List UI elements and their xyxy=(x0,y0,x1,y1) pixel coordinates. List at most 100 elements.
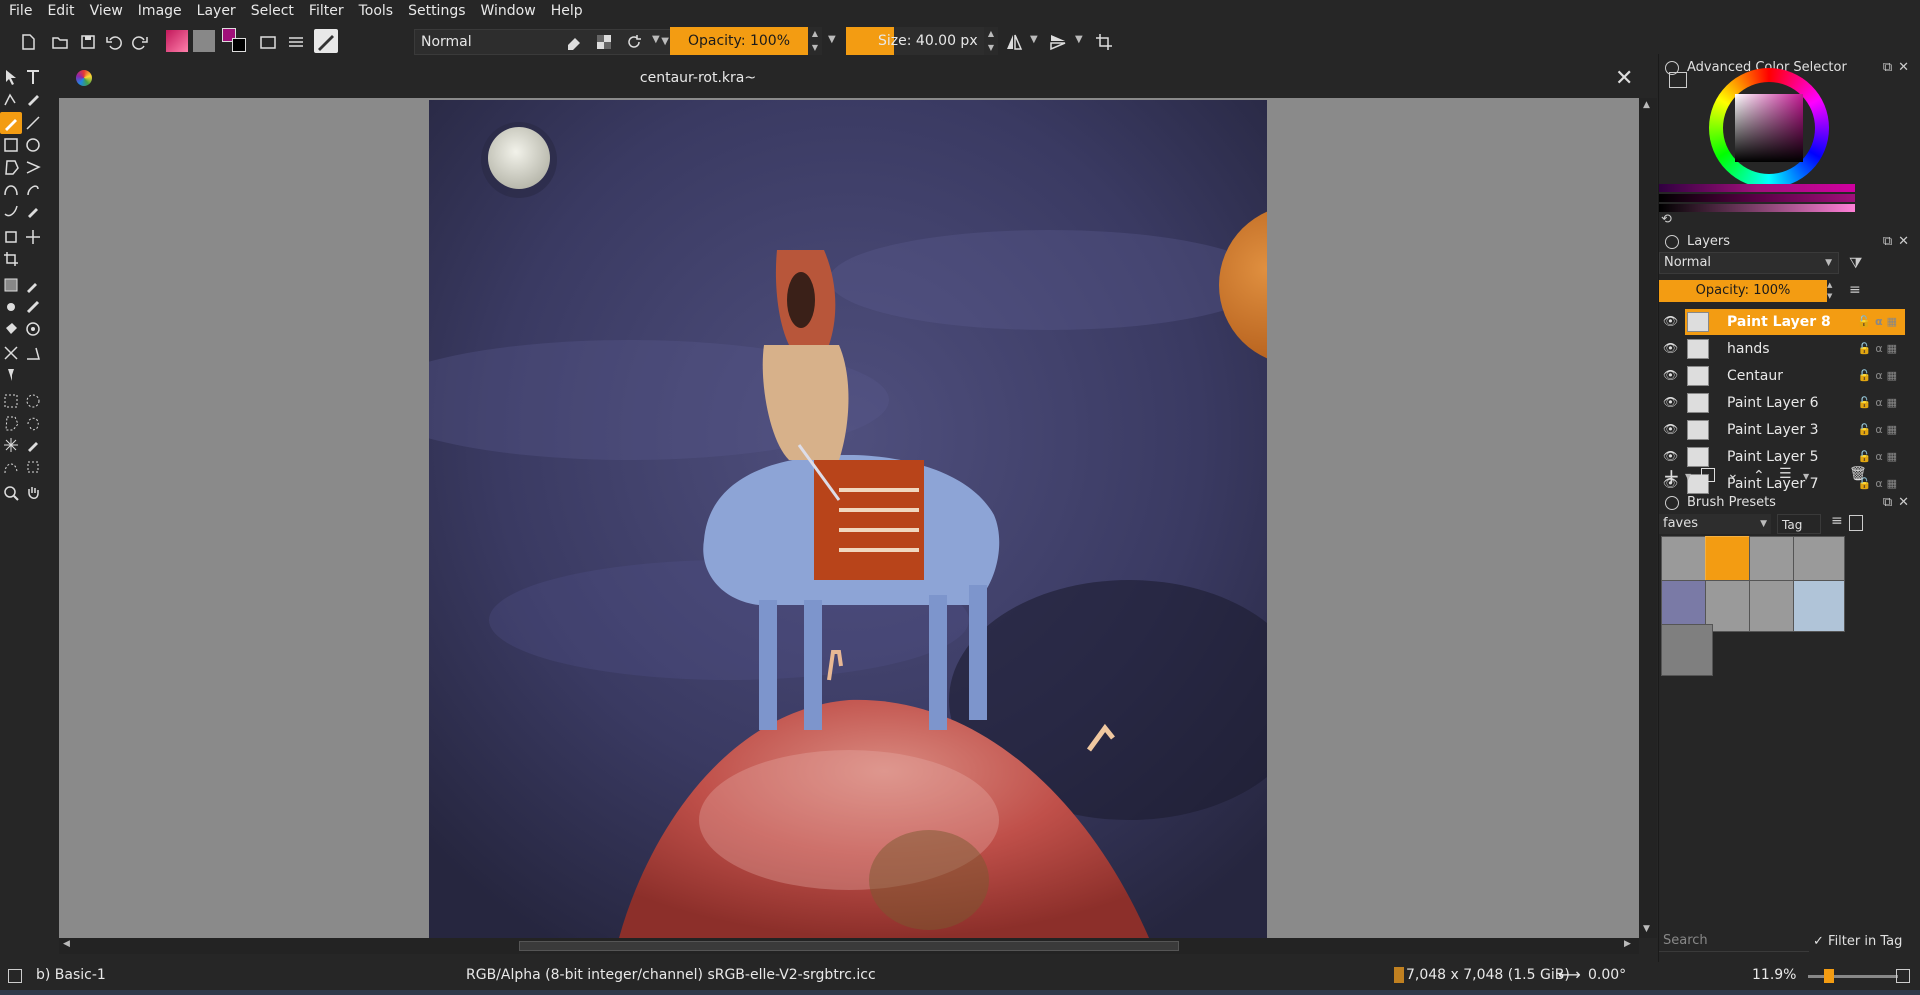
add-layer-icon[interactable]: + xyxy=(1663,464,1680,488)
polyline-tool-icon[interactable] xyxy=(22,156,44,178)
reference-images-tool-icon[interactable] xyxy=(0,364,22,386)
scroll-down-icon[interactable]: ▼ xyxy=(1643,924,1650,934)
pan-tool-icon[interactable] xyxy=(22,482,44,504)
add-layer-dropdown-icon[interactable]: ▼ xyxy=(1685,472,1691,481)
layer-lock-alpha-icons[interactable]: 🔓α▦ xyxy=(1858,336,1901,362)
close-document-icon[interactable]: ✕ xyxy=(1615,66,1633,91)
horizontal-scrollbar[interactable]: ◀ ▶ xyxy=(59,938,1639,954)
menu-help[interactable]: Help xyxy=(542,0,589,22)
docker-lock-icon[interactable] xyxy=(1665,496,1679,510)
crop-tool-icon[interactable] xyxy=(0,248,22,270)
menu-window[interactable]: Window xyxy=(472,0,542,22)
opacity-dropdown-icon[interactable]: ▼ xyxy=(828,34,836,45)
filter-in-tag-checkbox[interactable]: ✓ Filter in Tag xyxy=(1813,934,1902,949)
docker-float-close-icon[interactable]: ⧉✕ xyxy=(1883,493,1915,513)
save-icon[interactable] xyxy=(78,32,98,52)
brush-view-mode-icon[interactable]: ≡ xyxy=(1831,513,1843,529)
freehand-selection-tool-icon[interactable] xyxy=(22,412,44,434)
layer-lock-alpha-icons[interactable]: 🔓α▦ xyxy=(1858,363,1901,389)
layer-row[interactable]: hands 🔓α▦ xyxy=(1685,336,1905,362)
docker-float-close-icon[interactable]: ⧉✕ xyxy=(1883,232,1915,252)
opacity-spinner[interactable]: ▲ ▼ xyxy=(808,27,822,55)
menu-layer[interactable]: Layer xyxy=(188,0,242,22)
menu-view[interactable]: View xyxy=(81,0,129,22)
assistant-tool-icon[interactable] xyxy=(0,342,22,364)
line-tool-icon[interactable] xyxy=(22,112,44,134)
gradient-swatch[interactable] xyxy=(166,30,188,52)
smart-patch-tool-icon[interactable] xyxy=(22,296,44,318)
layers-menu-icon[interactable]: ≡ xyxy=(1849,282,1861,298)
freehand-brush-tool-icon[interactable] xyxy=(0,112,22,134)
calligraphy-tool-icon[interactable] xyxy=(22,88,44,110)
rotation-icon[interactable]: ⟷ xyxy=(1558,965,1581,984)
zoom-slider-handle[interactable] xyxy=(1824,969,1834,983)
measure-tool-icon[interactable] xyxy=(22,342,44,364)
filter-icon[interactable]: ⧩ xyxy=(1849,254,1862,272)
layer-row[interactable]: Paint Layer 5 🔓α▦ xyxy=(1685,444,1905,470)
artwork-canvas[interactable] xyxy=(429,100,1267,938)
docker-float-close-icon[interactable]: ⧉✕ xyxy=(1883,58,1915,78)
vertical-scrollbar[interactable]: ▲ ▼ xyxy=(1639,98,1657,938)
layer-lock-alpha-icons[interactable]: 🔓α▦ xyxy=(1858,417,1901,443)
text-tool-icon[interactable] xyxy=(22,66,44,88)
redo-icon[interactable] xyxy=(130,32,150,52)
layer-blend-mode-select[interactable]: Normal ▼ xyxy=(1659,252,1839,274)
layer-row[interactable]: Paint Layer 8 🔓α▦ xyxy=(1685,309,1905,335)
brush-preset-button[interactable] xyxy=(314,29,338,53)
new-document-icon[interactable] xyxy=(18,32,38,52)
zoom-tool-icon[interactable] xyxy=(0,482,22,504)
size-spinner[interactable]: ▲ ▼ xyxy=(984,27,998,55)
refresh-color-icon[interactable]: ⟲ xyxy=(1661,212,1672,227)
menu-settings[interactable]: Settings xyxy=(399,0,471,22)
mirror-horizontal-dropdown-icon[interactable]: ▼ xyxy=(1030,34,1038,45)
scroll-right-icon[interactable]: ▶ xyxy=(1624,939,1631,949)
layer-row[interactable]: Centaur 🔓α▦ xyxy=(1685,363,1905,389)
mirror-dropdown-icon[interactable]: ▼ xyxy=(652,34,660,45)
polygon-tool-icon[interactable] xyxy=(0,156,22,178)
open-document-icon[interactable] xyxy=(50,32,70,52)
color-selector-settings-icon[interactable] xyxy=(1669,72,1687,88)
freehand-path-tool-icon[interactable] xyxy=(22,178,44,200)
select-shapes-tool-icon[interactable] xyxy=(0,66,22,88)
foreground-background-colors[interactable] xyxy=(222,28,248,54)
edit-shapes-tool-icon[interactable] xyxy=(0,88,22,110)
magnetic-selection-tool-icon[interactable] xyxy=(22,456,44,478)
gradient-tool-icon[interactable] xyxy=(0,274,22,296)
menu-select[interactable]: Select xyxy=(242,0,300,22)
colorize-mask-tool-icon[interactable] xyxy=(0,296,22,318)
dynamic-brush-tool-icon[interactable] xyxy=(0,200,22,222)
fullscreen-icon[interactable] xyxy=(1896,969,1910,983)
delete-layer-icon[interactable]: 🗑 xyxy=(1849,466,1867,482)
layer-opacity-slider[interactable]: Opacity: 100% xyxy=(1659,280,1827,302)
menu-tools[interactable]: Tools xyxy=(350,0,400,22)
fill-pattern-icon[interactable] xyxy=(258,32,278,52)
reload-preset-icon[interactable] xyxy=(624,32,644,52)
scroll-up-icon[interactable]: ▲ xyxy=(1643,100,1650,110)
transform-tool-icon[interactable] xyxy=(0,226,22,248)
menu-edit[interactable]: Edit xyxy=(38,0,80,22)
brush-indicator-icon[interactable] xyxy=(8,969,22,983)
eraser-icon[interactable] xyxy=(564,32,584,52)
polygonal-selection-tool-icon[interactable] xyxy=(0,412,22,434)
bezier-curve-tool-icon[interactable] xyxy=(0,178,22,200)
layer-opacity-spinner[interactable]: ▲ ▼ xyxy=(1827,280,1839,302)
bezier-selection-tool-icon[interactable] xyxy=(0,456,22,478)
zoom-slider[interactable] xyxy=(1808,975,1898,978)
elliptical-selection-tool-icon[interactable] xyxy=(22,390,44,412)
layer-row[interactable]: Paint Layer 3 🔓α▦ xyxy=(1685,417,1905,443)
opacity-slider[interactable]: Opacity: 100% xyxy=(670,27,808,55)
brush-preset-texture[interactable] xyxy=(1661,624,1713,676)
layer-lock-alpha-icons[interactable]: 🔓α▦ xyxy=(1857,309,1901,335)
enclose-fill-tool-icon[interactable] xyxy=(22,318,44,340)
layer-visibility-eye-icon[interactable]: 👁 xyxy=(1663,341,1679,357)
brush-search-input[interactable]: Search xyxy=(1659,930,1809,952)
pattern-swatch[interactable] xyxy=(193,30,215,52)
menu-filter[interactable]: Filter xyxy=(300,0,350,22)
mirror-vertical-icon[interactable] xyxy=(1048,32,1068,52)
undo-icon[interactable] xyxy=(104,32,124,52)
size-slider[interactable]: Size: 40.00 px xyxy=(846,27,984,55)
brush-preset-airbrush[interactable] xyxy=(1793,580,1845,632)
preserve-alpha-icon[interactable] xyxy=(594,32,614,52)
contiguous-selection-tool-icon[interactable] xyxy=(0,434,22,456)
move-tool-icon[interactable] xyxy=(22,226,44,248)
